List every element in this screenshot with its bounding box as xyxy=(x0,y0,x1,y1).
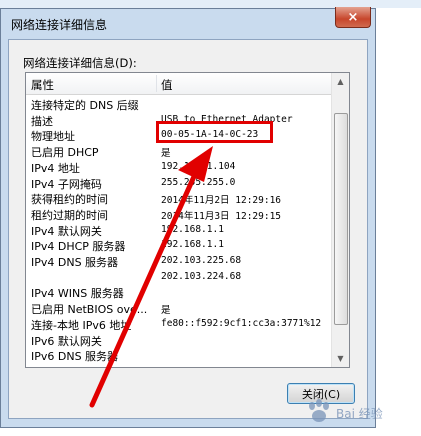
watermark: Bai 经验 xyxy=(300,397,420,427)
annotation-arrow-line xyxy=(89,169,199,408)
annotation-arrow-head-icon xyxy=(178,146,213,182)
annotation-arrow xyxy=(89,146,213,408)
watermark-text: Bai 经验 xyxy=(336,407,383,421)
paw-logo-icon xyxy=(309,399,329,422)
